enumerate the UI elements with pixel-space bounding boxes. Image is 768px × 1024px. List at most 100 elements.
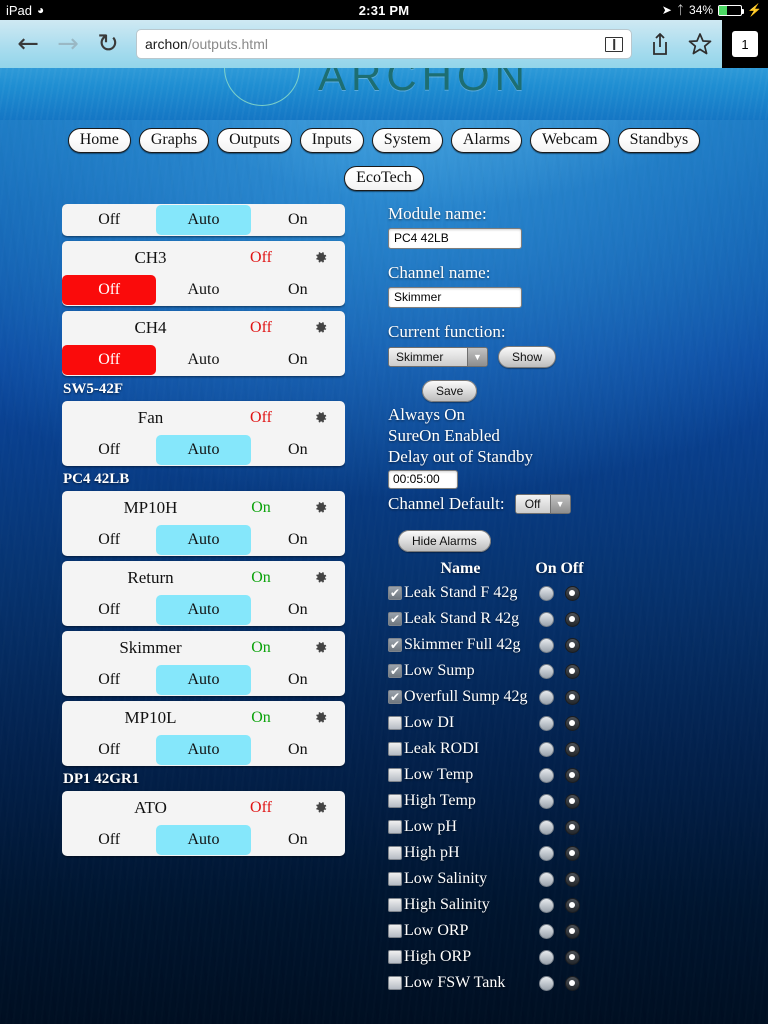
alarm-enable-checkbox[interactable]: ✔ — [388, 690, 402, 704]
alarm-on-radio-cell[interactable] — [533, 689, 559, 705]
alarm-off-radio-cell[interactable] — [559, 871, 585, 887]
alarm-on-radio-cell[interactable] — [533, 767, 559, 783]
alarm-off-radio-cell[interactable] — [559, 585, 585, 601]
alarm-on-radio[interactable] — [538, 741, 554, 757]
alarm-off-radio-cell[interactable] — [559, 819, 585, 835]
mode-off-button[interactable]: Off — [62, 825, 156, 855]
alarm-on-radio[interactable] — [538, 845, 554, 861]
alarm-enable-checkbox[interactable] — [388, 924, 402, 938]
mode-auto-button[interactable]: Auto — [156, 345, 250, 375]
delay-out-of-standby-input[interactable]: 00:05:00 — [388, 470, 458, 489]
channel-card[interactable]: Off Auto On — [62, 204, 345, 236]
mode-off-button[interactable]: Off — [62, 345, 157, 375]
alarm-off-radio[interactable] — [564, 793, 580, 809]
mode-off-button[interactable]: Off — [62, 435, 156, 465]
gear-icon[interactable] — [303, 409, 337, 426]
nav-webcam[interactable]: Webcam — [529, 128, 610, 153]
mode-on-button[interactable]: On — [251, 825, 345, 855]
nav-alarms[interactable]: Alarms — [450, 128, 522, 153]
alarm-on-radio[interactable] — [538, 689, 554, 705]
mode-auto-button[interactable]: Auto — [156, 665, 251, 695]
gear-icon[interactable] — [303, 499, 337, 516]
alarm-off-radio-cell[interactable] — [559, 611, 585, 627]
alarm-off-radio[interactable] — [564, 871, 580, 887]
alarm-off-radio-cell[interactable] — [559, 663, 585, 679]
alarm-off-radio-cell[interactable] — [559, 845, 585, 861]
mode-on-button[interactable]: On — [251, 595, 345, 625]
alarm-off-radio-cell[interactable] — [559, 767, 585, 783]
alarm-on-radio-cell[interactable] — [533, 715, 559, 731]
alarm-on-radio-cell[interactable] — [533, 793, 559, 809]
show-button[interactable]: Show — [498, 346, 557, 368]
alarm-on-radio[interactable] — [538, 819, 554, 835]
module-name-input[interactable]: PC4 42LB — [388, 228, 522, 249]
save-button[interactable]: Save — [422, 380, 478, 402]
alarm-on-radio[interactable] — [538, 975, 554, 991]
alarm-on-radio-cell[interactable] — [533, 897, 559, 913]
outputs-list-panel[interactable]: Off Auto On CH3 Off Off Auto On CH4 Off Off Auto On S… — [62, 204, 345, 871]
alarm-enable-checkbox[interactable] — [388, 768, 402, 782]
alarm-enable-checkbox[interactable]: ✔ — [388, 612, 402, 626]
mode-off-button[interactable]: Off — [62, 525, 156, 555]
mode-off-button[interactable]: Off — [62, 665, 156, 695]
alarm-on-radio[interactable] — [538, 663, 554, 679]
alarm-off-radio[interactable] — [564, 689, 580, 705]
nav-inputs[interactable]: Inputs — [299, 128, 364, 153]
alarm-off-radio-cell[interactable] — [559, 975, 585, 991]
alarm-on-radio[interactable] — [538, 897, 554, 913]
mode-auto-button[interactable]: Auto — [156, 735, 251, 765]
alarm-on-radio[interactable] — [538, 767, 554, 783]
alarm-off-radio-cell[interactable] — [559, 793, 585, 809]
alarm-off-radio[interactable] — [564, 767, 580, 783]
nav-system[interactable]: System — [371, 128, 443, 153]
channel-default-select[interactable]: Off ▼ — [514, 493, 571, 514]
mode-on-button[interactable]: On — [251, 345, 345, 375]
alarm-on-radio-cell[interactable] — [533, 975, 559, 991]
mode-off-button[interactable]: Off — [62, 595, 156, 625]
nav-standbys[interactable]: Standbys — [617, 128, 701, 153]
alarm-on-radio-cell[interactable] — [533, 637, 559, 653]
mode-on-button[interactable]: On — [251, 525, 345, 555]
alarm-on-radio[interactable] — [538, 715, 554, 731]
alarm-enable-checkbox[interactable] — [388, 820, 402, 834]
alarm-on-radio-cell[interactable] — [533, 819, 559, 835]
alarm-on-radio-cell[interactable] — [533, 741, 559, 757]
alarm-off-radio-cell[interactable] — [559, 689, 585, 705]
alarm-on-radio[interactable] — [538, 637, 554, 653]
alarm-off-radio[interactable] — [564, 663, 580, 679]
channel-card[interactable]: ATO Off Off Auto On — [62, 791, 345, 856]
alarm-off-radio[interactable] — [564, 975, 580, 991]
share-icon[interactable] — [640, 22, 680, 66]
alarm-off-radio-cell[interactable] — [559, 637, 585, 653]
alarm-enable-checkbox[interactable]: ✔ — [388, 586, 402, 600]
mode-auto-button[interactable]: Auto — [156, 435, 251, 465]
alarm-off-radio[interactable] — [564, 923, 580, 939]
gear-icon[interactable] — [303, 799, 337, 816]
alarm-on-radio[interactable] — [538, 871, 554, 887]
alarm-enable-checkbox[interactable] — [388, 950, 402, 964]
alarm-off-radio[interactable] — [564, 637, 580, 653]
alarm-off-radio[interactable] — [564, 585, 580, 601]
alarm-off-radio-cell[interactable] — [559, 741, 585, 757]
mode-off-button[interactable]: Off — [62, 735, 156, 765]
mode-on-button[interactable]: On — [251, 435, 345, 465]
alarm-enable-checkbox[interactable] — [388, 976, 402, 990]
mode-auto-button[interactable]: Auto — [156, 275, 250, 305]
mode-on-button[interactable]: On — [251, 275, 345, 305]
alarm-enable-checkbox[interactable] — [388, 794, 402, 808]
alarm-off-radio[interactable] — [564, 949, 580, 965]
gear-icon[interactable] — [303, 249, 337, 266]
gear-icon[interactable] — [303, 319, 337, 336]
channel-card[interactable]: CH4 Off Off Auto On — [62, 311, 345, 376]
channel-name-input[interactable]: Skimmer — [388, 287, 522, 308]
nav-graphs[interactable]: Graphs — [138, 128, 210, 153]
alarm-off-radio[interactable] — [564, 741, 580, 757]
mode-auto-button[interactable]: Auto — [156, 205, 251, 235]
alarm-on-radio-cell[interactable] — [533, 611, 559, 627]
nav-home[interactable]: Home — [67, 128, 131, 153]
alarm-on-radio-cell[interactable] — [533, 585, 559, 601]
mode-on-button[interactable]: On — [251, 665, 345, 695]
alarm-enable-checkbox[interactable] — [388, 846, 402, 860]
alarm-on-radio[interactable] — [538, 793, 554, 809]
address-bar[interactable]: archon/outputs.html — [136, 29, 632, 59]
